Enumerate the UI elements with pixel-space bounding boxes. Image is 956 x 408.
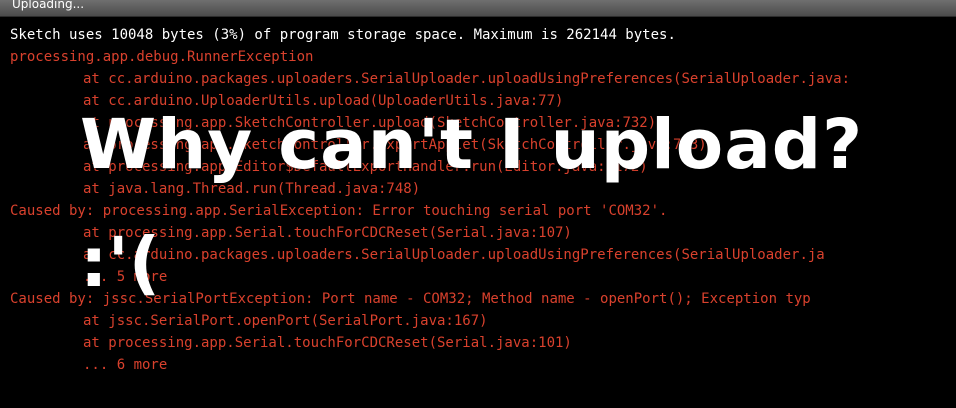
console-output[interactable]: Sketch uses 10048 bytes (3%) of program … bbox=[0, 17, 956, 408]
console-line-error: processing.app.debug.RunnerException bbox=[10, 49, 314, 65]
overlay-sad-face: :'( bbox=[80, 223, 161, 303]
console-line-stack: at processing.app.Serial.touchForCDCRese… bbox=[83, 335, 572, 351]
upload-console-window: Uploading... Sketch uses 10048 bytes (3%… bbox=[0, 0, 956, 408]
console-line-more: ... 6 more bbox=[83, 357, 168, 373]
status-text: Uploading... bbox=[12, 0, 85, 11]
console-line-stack: at cc.arduino.packages.uploaders.SerialU… bbox=[83, 71, 851, 87]
console-line-stack: at jssc.SerialPort.openPort(SerialPort.j… bbox=[83, 313, 488, 329]
status-bar: Uploading... bbox=[0, 0, 956, 17]
console-lines: Sketch uses 10048 bytes (3%) of program … bbox=[10, 24, 850, 376]
overlay-caption: Why can't I upload? bbox=[80, 105, 864, 185]
console-line-info: Sketch uses 10048 bytes (3%) of program … bbox=[10, 27, 676, 43]
console-line-caused-by: Caused by: processing.app.SerialExceptio… bbox=[10, 203, 668, 219]
